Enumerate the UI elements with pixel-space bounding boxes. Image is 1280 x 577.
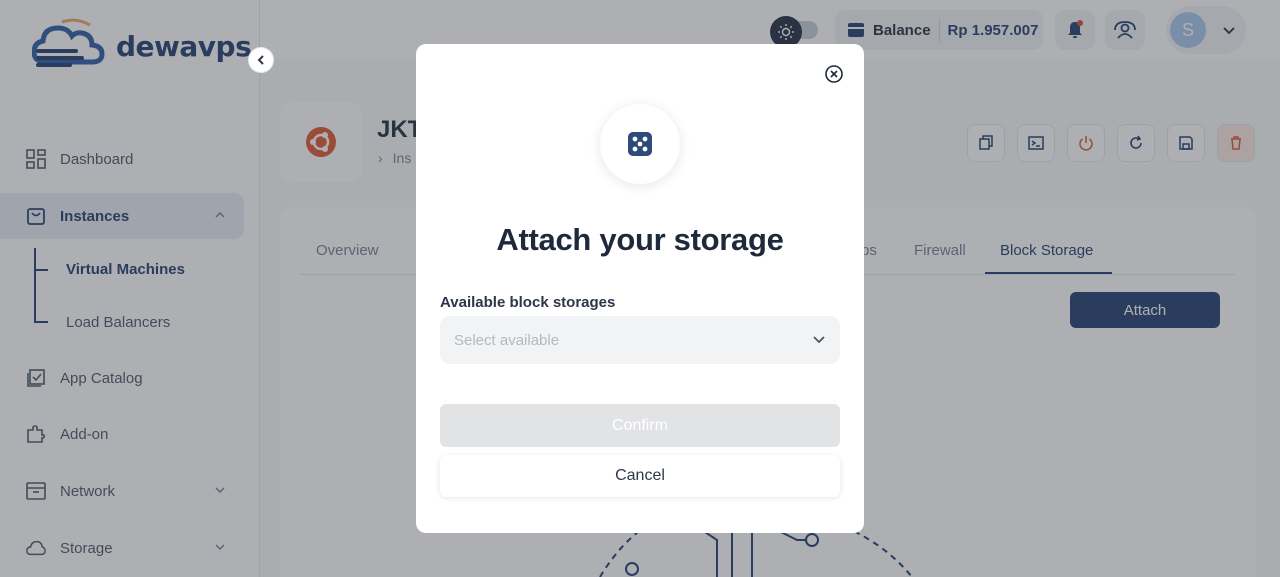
storage-icon <box>628 132 652 156</box>
cancel-button[interactable]: Cancel <box>440 455 840 497</box>
confirm-button[interactable]: Confirm <box>440 404 840 447</box>
storage-badge <box>600 104 680 184</box>
sidebar-collapse-button[interactable] <box>248 47 274 73</box>
chevron-down-icon <box>813 336 825 344</box>
close-icon <box>825 65 843 83</box>
chevron-left-icon <box>257 55 264 65</box>
block-storage-select[interactable]: Select available <box>440 316 840 364</box>
modal-title: Attach your storage <box>496 222 784 257</box>
attach-storage-modal: Attach your storage Available block stor… <box>416 44 864 533</box>
field-label: Available block storages <box>440 294 616 311</box>
close-button[interactable] <box>822 64 846 84</box>
select-placeholder: Select available <box>454 331 560 349</box>
